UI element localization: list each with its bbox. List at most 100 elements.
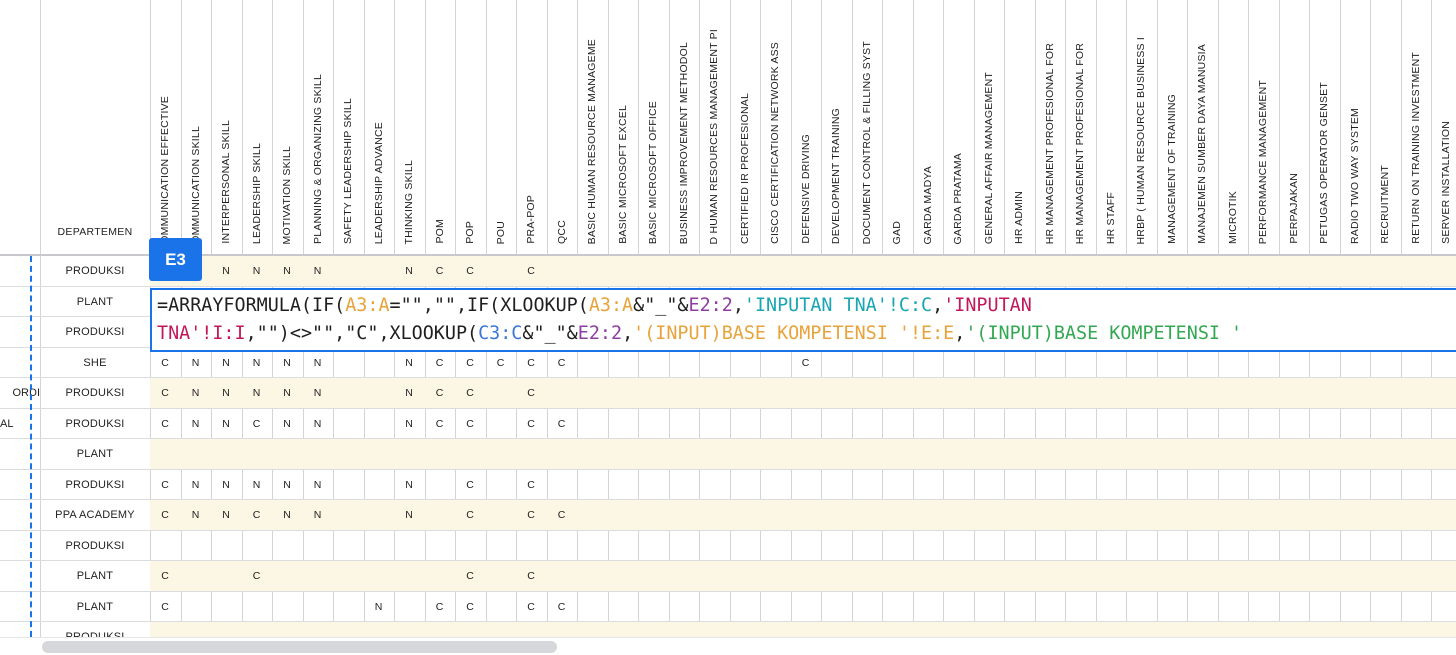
competency-cell[interactable]: N [272, 470, 302, 500]
column-header[interactable]: MANAJEMEN SUMBER DAYA MANUSIA [1187, 0, 1218, 254]
column-header[interactable]: DEFENSIVE DRIVING [791, 0, 822, 254]
competency-cell[interactable]: C [516, 409, 546, 439]
column-header[interactable]: LEADERSHIP ADVANCE [364, 0, 395, 254]
competency-cell[interactable]: N [242, 256, 272, 286]
column-header[interactable]: RADIO TWO WAY SYSTEM [1340, 0, 1371, 254]
competency-cell[interactable]: N [394, 256, 424, 286]
competency-cell[interactable]: N [303, 256, 333, 286]
competency-cell[interactable]: N [211, 378, 241, 408]
column-header[interactable]: MICROTIK [1218, 0, 1249, 254]
column-header[interactable]: GENERAL AFFAIR MANAGEMENT [974, 0, 1005, 254]
departemen-cell[interactable]: PPA ACADEMY [40, 500, 150, 530]
competency-cell[interactable]: N [242, 378, 272, 408]
column-header[interactable]: HR MANAGEMENT PROFESIONAL FOR [1065, 0, 1096, 254]
column-header[interactable]: RETURN ON TRAINING INVESTMENT [1401, 0, 1432, 254]
competency-cell[interactable]: N [272, 500, 302, 530]
competency-cell[interactable]: C [547, 409, 577, 439]
departemen-cell[interactable]: PRODUKSI [40, 531, 150, 561]
column-header[interactable]: GAD [882, 0, 913, 254]
column-header-departemen[interactable]: DEPARTEMEN [40, 226, 150, 246]
column-header[interactable]: DOCUMENT CONTROL & FILLING SYST [852, 0, 883, 254]
competency-cell[interactable]: C [425, 256, 455, 286]
column-header[interactable]: BASIC MICROSOFT EXCEL [608, 0, 639, 254]
departemen-cell[interactable]: PLANT [40, 287, 150, 317]
name-cell-fragment[interactable]: ORDI [0, 378, 41, 408]
horizontal-scroll-thumb[interactable] [42, 641, 557, 653]
competency-cell[interactable]: C [516, 561, 546, 591]
column-header[interactable]: POP [455, 0, 486, 254]
competency-cell[interactable]: N [303, 470, 333, 500]
competency-cell[interactable]: N [303, 500, 333, 530]
competency-cell[interactable]: C [150, 592, 180, 622]
competency-cell[interactable]: C [455, 256, 485, 286]
competency-cell[interactable]: N [211, 500, 241, 530]
column-header[interactable]: LEADERSHIP SKILL [242, 0, 273, 254]
column-header[interactable]: DEVELOPMENT TRAINING [821, 0, 852, 254]
column-header[interactable]: HR STAFF [1096, 0, 1127, 254]
departemen-cell[interactable]: PLANT [40, 592, 150, 622]
column-header[interactable]: RECRUITMENT [1370, 0, 1401, 254]
departemen-cell[interactable]: PLANT [40, 439, 150, 469]
column-header[interactable]: PERFORMANCE MANAGEMENT [1248, 0, 1279, 254]
competency-cell[interactable]: C [455, 378, 485, 408]
competency-cell[interactable]: N [211, 256, 241, 286]
column-header[interactable]: INTERPERSONAL SKILL [211, 0, 242, 254]
departemen-cell[interactable]: PRODUKSI [40, 378, 150, 408]
column-header[interactable]: OMMUNICATION EFFECTIVE [150, 0, 181, 254]
column-header[interactable]: BASIC MICROSOFT OFFICE [638, 0, 669, 254]
competency-cell[interactable]: C [455, 561, 485, 591]
column-header[interactable]: QCC [547, 0, 578, 254]
competency-cell[interactable]: C [455, 409, 485, 439]
competency-cell[interactable]: N [181, 378, 211, 408]
column-header[interactable]: PRA-POP [516, 0, 547, 254]
competency-cell[interactable]: N [272, 378, 302, 408]
competency-cell[interactable]: C [150, 561, 180, 591]
competency-cell[interactable]: C [455, 592, 485, 622]
column-header[interactable]: MOTIVATION SKILL [272, 0, 303, 254]
competency-cell[interactable]: C [425, 592, 455, 622]
column-header[interactable]: OMMUNICATION SKILL [181, 0, 212, 254]
competency-cell[interactable]: C [150, 409, 180, 439]
competency-cell[interactable]: C [516, 378, 546, 408]
column-header[interactable]: GARDA PRATAMA [943, 0, 974, 254]
name-cell-fragment[interactable]: AL [0, 409, 40, 439]
competency-cell[interactable]: C [455, 500, 485, 530]
departemen-cell[interactable]: PRODUKSI [40, 317, 150, 347]
departemen-cell[interactable]: PRODUKSI [40, 256, 150, 286]
competency-cell[interactable]: N [242, 470, 272, 500]
competency-cell[interactable]: N [272, 409, 302, 439]
competency-cell[interactable]: N [211, 409, 241, 439]
competency-cell[interactable]: C [150, 500, 180, 530]
competency-cell[interactable]: N [211, 470, 241, 500]
competency-cell[interactable]: N [303, 378, 333, 408]
column-header[interactable]: MANAGEMENT OF TRAINING [1157, 0, 1188, 254]
column-header[interactable]: POU [486, 0, 517, 254]
competency-cell[interactable]: N [272, 256, 302, 286]
competency-cell[interactable]: C [150, 378, 180, 408]
competency-cell[interactable]: N [394, 470, 424, 500]
competency-cell[interactable]: C [425, 409, 455, 439]
column-header[interactable]: PLANNING & ORGANIZING SKILL [303, 0, 334, 254]
competency-cell[interactable]: N [303, 409, 333, 439]
competency-cell[interactable]: C [516, 470, 546, 500]
column-header[interactable]: HR ADMIN [1004, 0, 1035, 254]
column-header[interactable]: THINKING SKILL [394, 0, 425, 254]
competency-cell[interactable]: C [242, 561, 272, 591]
competency-cell[interactable]: C [242, 500, 272, 530]
column-header[interactable]: BASIC HUMAN RESOURCE MANAGEME [577, 0, 608, 254]
competency-cell[interactable]: N [364, 592, 394, 622]
competency-cell[interactable]: C [150, 470, 180, 500]
column-header[interactable]: PETUGAS OPERATOR GENSET [1309, 0, 1340, 254]
competency-cell[interactable]: C [547, 592, 577, 622]
departemen-cell[interactable]: PRODUKSI [40, 622, 150, 637]
competency-cell[interactable]: C [516, 500, 546, 530]
competency-cell[interactable]: N [181, 500, 211, 530]
competency-cell[interactable]: C [547, 500, 577, 530]
column-header[interactable]: GARDA MADYA [913, 0, 944, 254]
departemen-cell[interactable]: PRODUKSI [40, 409, 150, 439]
column-header[interactable]: CERTIFIED IR PROFESIONAL [730, 0, 761, 254]
competency-cell[interactable]: N [181, 470, 211, 500]
column-header[interactable]: D HUMAN RESOURCES MANAGEMENT PI [699, 0, 730, 254]
column-header[interactable]: SAFETY LEADERSHIP SKILL [333, 0, 364, 254]
competency-cell[interactable]: C [242, 409, 272, 439]
